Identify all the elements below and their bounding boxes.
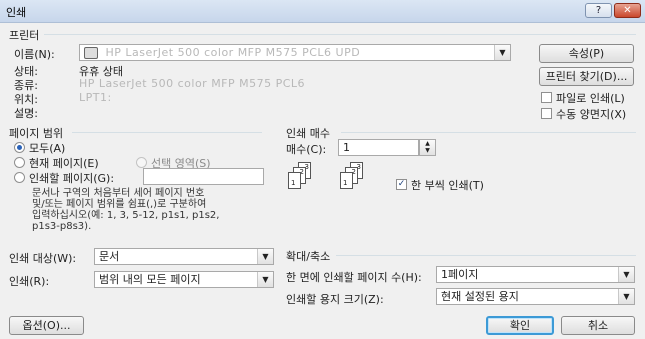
print-what-select[interactable]: 문서 ▼ [94,248,274,265]
print-label: 인쇄(R): [9,275,50,288]
selection-radio[interactable] [136,157,147,168]
title-bar: 인쇄 ? ✕ [0,0,645,23]
manual-duplex-checkbox[interactable] [541,108,552,119]
chevron-down-icon: ▼ [618,289,634,304]
printer-icon [84,47,98,59]
page-thumb: 1 [340,172,353,189]
copies-input[interactable]: 1 [338,139,419,156]
hint-line: p1s3-p8s3). [32,221,92,232]
spinner-icon[interactable]: ▲ ▼ [419,139,436,156]
all-pages-radio[interactable] [14,142,25,153]
print-what-value: 문서 [99,250,120,263]
chevron-down-icon: ▼ [257,249,273,264]
find-printer-button[interactable]: 프린터 찾기(D)... [539,67,634,86]
scale-value: 현재 설정된 용지 [441,290,519,303]
close-button[interactable]: ✕ [614,3,641,18]
printer-comment-label: 설명: [14,107,38,120]
print-value: 범위 내의 모든 페이지 [99,273,201,286]
all-pages-label: 모두(A) [29,142,66,155]
current-page-label: 현재 페이지(E) [29,157,99,170]
printer-group-label: 프린터 [9,29,40,42]
collate-label: 한 부씩 인쇄(T) [411,179,484,192]
print-select[interactable]: 범위 내의 모든 페이지 ▼ [94,271,274,288]
help-button[interactable]: ? [585,3,612,18]
pages-radio[interactable] [14,172,25,183]
printer-name-value: HP LaserJet 500 color MFP M575 PCL6 UPD [105,46,361,59]
page-range-hint: 문서나 구역의 처음부터 세어 페이지 번호 및/또는 페이지 범위를 쉼표(,… [32,188,272,232]
cancel-button[interactable]: 취소 [561,316,635,335]
copies-group-label: 인쇄 매수 [286,127,330,140]
hint-line: 입력하십시오(예: 1, 3, 5-12, p1s1, p1s2, [32,210,220,221]
hint-line: 문서나 구역의 처음부터 세어 페이지 번호 [32,188,205,199]
page-number: 1 [343,179,348,187]
collate-checkbox[interactable]: ✓ [396,179,407,190]
printer-type-value: HP LaserJet 500 color MFP M575 PCL6 [79,77,306,90]
copies-label: 매수(C): [286,143,327,156]
copies-divider [341,132,636,133]
page-thumb: 1 [288,172,301,189]
pages-per-sheet-label: 한 면에 인쇄할 페이지 수(H): [286,271,422,284]
printer-group-divider [44,34,636,35]
print-to-file-label: 파일로 인쇄(L) [556,92,625,105]
pages-label: 인쇄할 페이지(G): [29,172,115,185]
printer-name-label: 이름(N): [14,48,55,61]
pages-per-sheet-value: 1페이지 [441,268,479,281]
copies-value: 1 [343,141,350,154]
options-button[interactable]: 옵션(O)... [9,316,84,335]
page-range-group-label: 페이지 범위 [9,127,64,140]
pages-per-sheet-select[interactable]: 1페이지 ▼ [436,266,635,283]
hint-line: 및/또는 페이지 범위를 쉼표(,)로 구분하여 [32,199,207,210]
zoom-group-label: 확대/축소 [286,250,331,263]
print-what-label: 인쇄 대상(W): [9,252,77,265]
ok-button[interactable]: 확인 [486,316,554,335]
printer-where-value: LPT1: [79,91,112,104]
printer-name-select[interactable]: HP LaserJet 500 color MFP M575 PCL6 UPD … [79,44,511,61]
chevron-down-icon: ▼ [257,272,273,287]
window-title: 인쇄 [6,6,27,19]
pages-input[interactable] [143,168,264,185]
manual-duplex-label: 수동 양면지(X) [556,108,627,121]
current-page-radio[interactable] [14,157,25,168]
print-to-file-checkbox[interactable] [541,92,552,103]
chevron-down-icon: ▼ [618,267,634,282]
properties-button[interactable]: 속성(P) [539,44,634,63]
page-number: 1 [291,179,296,187]
scale-select[interactable]: 현재 설정된 용지 ▼ [436,288,635,305]
zoom-divider [336,255,636,256]
page-range-divider [72,132,262,133]
scale-label: 인쇄할 용지 크기(Z): [286,293,384,306]
chevron-down-icon: ▼ [494,45,510,60]
